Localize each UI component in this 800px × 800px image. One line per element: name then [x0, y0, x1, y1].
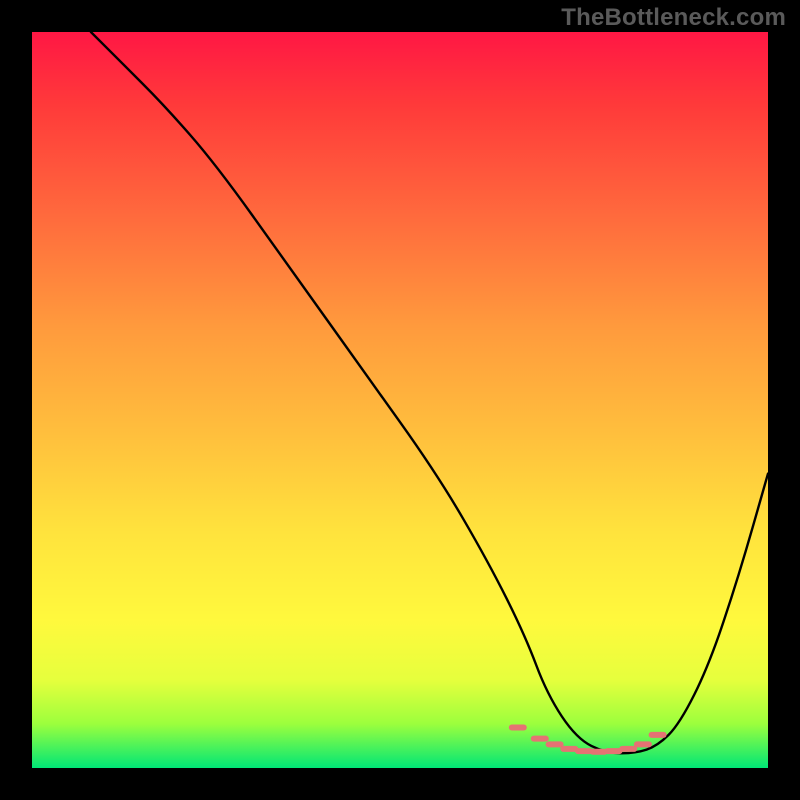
watermark-label: TheBottleneck.com [561, 4, 786, 32]
chart-frame: TheBottleneck.com [0, 0, 800, 800]
bottleneck-curve [91, 32, 768, 753]
plot-area [32, 32, 768, 768]
optimal-zone-markers [512, 728, 664, 752]
curve-svg [32, 32, 768, 768]
